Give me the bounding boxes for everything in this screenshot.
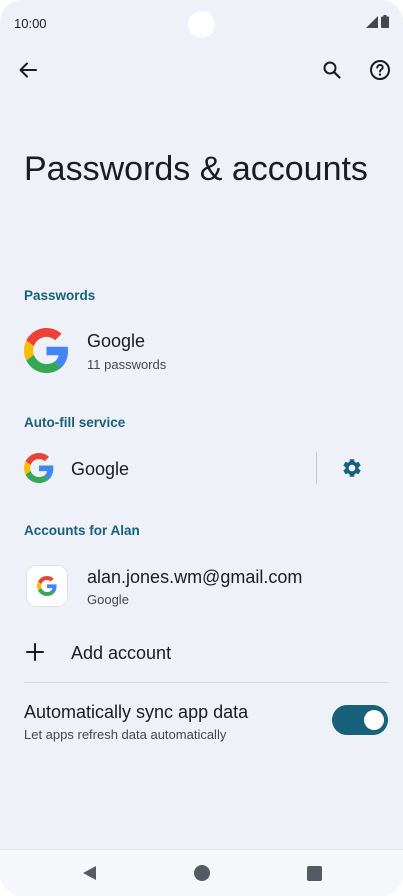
nav-home-button[interactable] <box>189 860 215 886</box>
signal-icon <box>366 16 378 28</box>
app-bar <box>0 50 403 92</box>
status-bar: 10:00 <box>0 0 403 48</box>
nav-back-icon <box>83 866 96 880</box>
page-title: Passwords & accounts <box>24 150 368 188</box>
account-type: Google <box>87 592 129 607</box>
status-icons <box>366 15 389 28</box>
google-logo-icon <box>37 576 57 596</box>
back-arrow-icon <box>19 62 37 78</box>
section-divider <box>24 682 388 683</box>
passwords-google-row[interactable]: Google 11 passwords <box>0 322 403 380</box>
status-time: 10:00 <box>14 16 47 31</box>
autofill-settings-button[interactable] <box>332 448 372 488</box>
nav-recents-icon <box>306 865 322 881</box>
add-account-button[interactable]: Add account <box>0 632 403 674</box>
account-email: alan.jones.wm@gmail.com <box>87 567 303 587</box>
account-row[interactable]: alan.jones.wm@gmail.com Google <box>0 558 403 614</box>
passwords-section-header: Passwords <box>24 288 96 303</box>
back-button[interactable] <box>8 50 48 90</box>
plus-icon <box>26 643 44 661</box>
passwords-count: 11 passwords <box>87 357 167 372</box>
gear-icon <box>343 459 361 477</box>
auto-sync-title: Automatically sync app data <box>24 702 249 722</box>
autofill-section-header: Auto-fill service <box>24 415 126 430</box>
navigation-bar <box>0 849 403 896</box>
autofill-divider <box>316 452 317 484</box>
accounts-section-header: Accounts for Alan <box>24 523 140 538</box>
auto-sync-subtitle: Let apps refresh data automatically <box>24 727 227 742</box>
search-button[interactable] <box>312 50 352 90</box>
battery-icon <box>381 15 389 28</box>
passwords-provider-name: Google <box>87 331 146 351</box>
add-account-label: Add account <box>71 643 172 663</box>
camera-cutout <box>188 11 215 38</box>
help-icon <box>370 60 390 80</box>
auto-sync-toggle[interactable] <box>332 705 388 735</box>
nav-recents-button[interactable] <box>301 860 327 886</box>
nav-back-button[interactable] <box>76 860 102 886</box>
toggle-thumb <box>364 710 384 730</box>
nav-home-icon <box>194 865 210 881</box>
google-logo-icon <box>24 328 69 373</box>
autofill-service-name: Google <box>71 459 130 479</box>
account-avatar <box>26 565 68 607</box>
screen: 10:00 Passwords & accounts Passwords Goo… <box>0 0 403 896</box>
google-logo-icon <box>24 453 54 483</box>
search-icon <box>323 61 341 79</box>
help-button[interactable] <box>360 50 400 90</box>
